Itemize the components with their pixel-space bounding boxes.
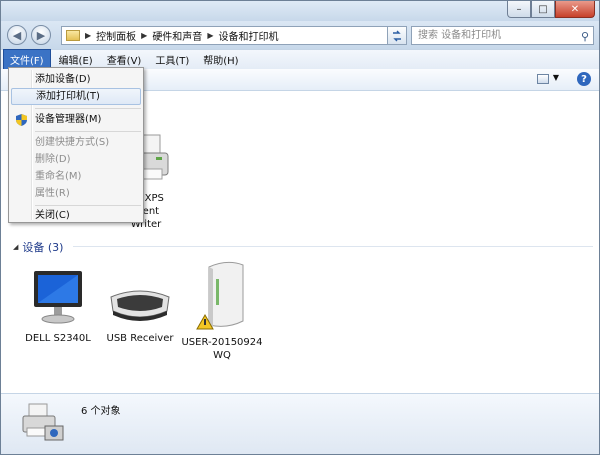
menu-bar: 文件(F) 编辑(E) 查看(V) 工具(T) 帮助(H)	[1, 49, 599, 70]
keyboard-icon	[110, 290, 170, 321]
control-panel-icon	[66, 30, 80, 41]
object-count: 6 个对象	[81, 406, 121, 417]
explorer-window: – □ ✕ ◀ ▶ ▶ 控制面板 ▶ 硬件和声音 ▶ 设备和打印机 ▼ 搜索 设…	[0, 0, 600, 455]
menu-item-delete: 删除(D)	[35, 154, 71, 165]
menu-help[interactable]: 帮助(H)	[197, 50, 244, 69]
breadcrumb-hardware-sound[interactable]: 硬件和声音	[152, 28, 202, 43]
group-divider	[73, 246, 593, 247]
device-usb-receiver[interactable]: USB Receiver	[95, 267, 185, 345]
collapse-triangle-icon[interactable]: ◢	[13, 243, 18, 251]
help-icon[interactable]: ?	[577, 72, 591, 86]
menu-separator	[35, 205, 141, 206]
close-button[interactable]: ✕	[555, 1, 595, 18]
chevron-right-icon: ▶	[207, 31, 214, 40]
computer-tower-icon	[196, 261, 244, 330]
menu-item-label: 设备管理器(M)	[35, 114, 102, 125]
devices-group-header[interactable]: ◢ 设备 (3)	[13, 239, 593, 255]
search-placeholder: 搜索 设备和打印机	[418, 30, 502, 41]
breadcrumb-devices-printers[interactable]: 设备和打印机	[218, 28, 278, 43]
menu-item-create-shortcut: 创建快捷方式(S)	[35, 137, 110, 148]
refresh-button[interactable]	[387, 26, 407, 45]
minimize-button[interactable]: –	[507, 1, 531, 18]
device-caption: DELL S2340L	[25, 333, 91, 344]
title-bar[interactable]: – □ ✕	[1, 1, 599, 21]
search-icon[interactable]: ⚲	[581, 28, 589, 45]
menu-item-add-device[interactable]: 添加设备(D)	[11, 71, 141, 88]
search-input[interactable]: 搜索 设备和打印机 ⚲	[411, 26, 594, 45]
device-caption: USB Receiver	[106, 333, 174, 344]
refresh-icon	[393, 30, 401, 41]
change-view-icon[interactable]	[537, 74, 549, 84]
device-dell-monitor[interactable]: DELL S2340L	[13, 267, 103, 345]
device-user-computer[interactable]: USER-20150924 WQ	[177, 259, 267, 362]
menu-item-rename: 重命名(M)	[35, 171, 82, 182]
menu-separator	[35, 108, 141, 109]
menu-item-add-printer[interactable]: 添加打印机(T)	[11, 88, 141, 105]
navigation-bar: ◀ ▶ ▶ 控制面板 ▶ 硬件和声音 ▶ 设备和打印机 ▼ 搜索 设备和打印机 …	[1, 21, 599, 49]
menu-separator	[35, 131, 141, 132]
chevron-right-icon: ▶	[85, 31, 92, 40]
menu-item-properties: 属性(R)	[35, 188, 70, 199]
shield-icon	[16, 114, 27, 126]
devices-group-title: 设备 (3)	[22, 241, 64, 254]
window-controls: – □ ✕	[507, 1, 595, 19]
back-button[interactable]: ◀	[7, 25, 27, 45]
menu-item-close[interactable]: 关闭(C)	[11, 207, 141, 224]
device-caption: USER-20150924 WQ	[181, 337, 263, 361]
breadcrumb-control-panel[interactable]: 控制面板	[96, 28, 136, 43]
details-pane: 6 个对象	[1, 393, 599, 454]
forward-button[interactable]: ▶	[31, 25, 51, 45]
file-menu-dropdown: 添加设备(D) 添加打印机(T) 设备管理器(M) 创建快捷方式(S) 删除(D…	[8, 67, 144, 223]
chevron-down-icon[interactable]: ▼	[553, 73, 559, 82]
chevron-right-icon: ▶	[141, 31, 148, 40]
maximize-button[interactable]: □	[531, 1, 555, 18]
menu-item-device-manager[interactable]: 设备管理器(M)	[11, 111, 141, 128]
menu-tools[interactable]: 工具(T)	[149, 50, 195, 69]
monitor-icon	[34, 271, 82, 324]
address-bar[interactable]: ▶ 控制面板 ▶ 硬件和声音 ▶ 设备和打印机 ▼	[61, 26, 406, 45]
devices-printers-icon	[22, 403, 64, 441]
